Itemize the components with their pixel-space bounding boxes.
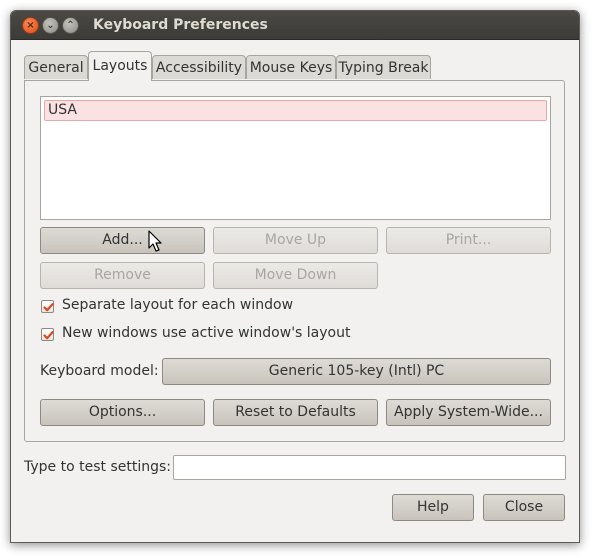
tab-general[interactable]: General [24,55,88,79]
separate-layout-checkbox[interactable] [41,300,54,313]
tab-mouse-keys[interactable]: Mouse Keys [246,55,336,79]
separate-layout-label[interactable]: Separate layout for each window [62,297,293,313]
title-bar[interactable]: × ⌄ ⌃ Keyboard Preferences [11,11,579,40]
remove-button[interactable]: Remove [40,262,205,289]
tab-accessibility[interactable]: Accessibility [152,55,246,79]
test-settings-label: Type to test settings: [24,459,171,475]
move-down-button[interactable]: Move Down [213,262,378,289]
layouts-panel: USA Add... Move Up Print... Remove Move … [24,80,565,442]
keyboard-preferences-window: × ⌄ ⌃ Keyboard Preferences General Layou… [10,10,580,543]
move-up-button[interactable]: Move Up [213,227,378,254]
window-minimize-button[interactable]: ⌄ [42,17,59,34]
new-windows-active-checkbox[interactable] [41,328,54,341]
checkmark-icon [43,303,54,312]
checkmark-icon [43,331,54,340]
reset-to-defaults-button[interactable]: Reset to Defaults [213,399,378,426]
layouts-list[interactable]: USA [40,96,551,220]
keyboard-model-button[interactable]: Generic 105-key (Intl) PC [162,358,551,385]
test-settings-input[interactable] [173,455,566,480]
close-button[interactable]: Close [483,494,565,521]
tab-layouts[interactable]: Layouts [88,51,152,81]
list-item[interactable]: USA [44,100,547,121]
window-title: Keyboard Preferences [93,17,268,33]
options-button[interactable]: Options... [40,399,205,426]
help-button[interactable]: Help [392,494,474,521]
mouse-pointer-icon [148,230,162,252]
tab-typing-break[interactable]: Typing Break [336,55,431,79]
apply-system-wide-button[interactable]: Apply System-Wide... [386,399,551,426]
print-button[interactable]: Print... [386,227,551,254]
add-button[interactable]: Add... [40,227,205,254]
window-close-button[interactable]: × [22,17,39,34]
window-maximize-button[interactable]: ⌃ [62,17,79,34]
new-windows-active-label[interactable]: New windows use active window's layout [62,325,350,341]
keyboard-model-label: Keyboard model: [40,363,159,379]
